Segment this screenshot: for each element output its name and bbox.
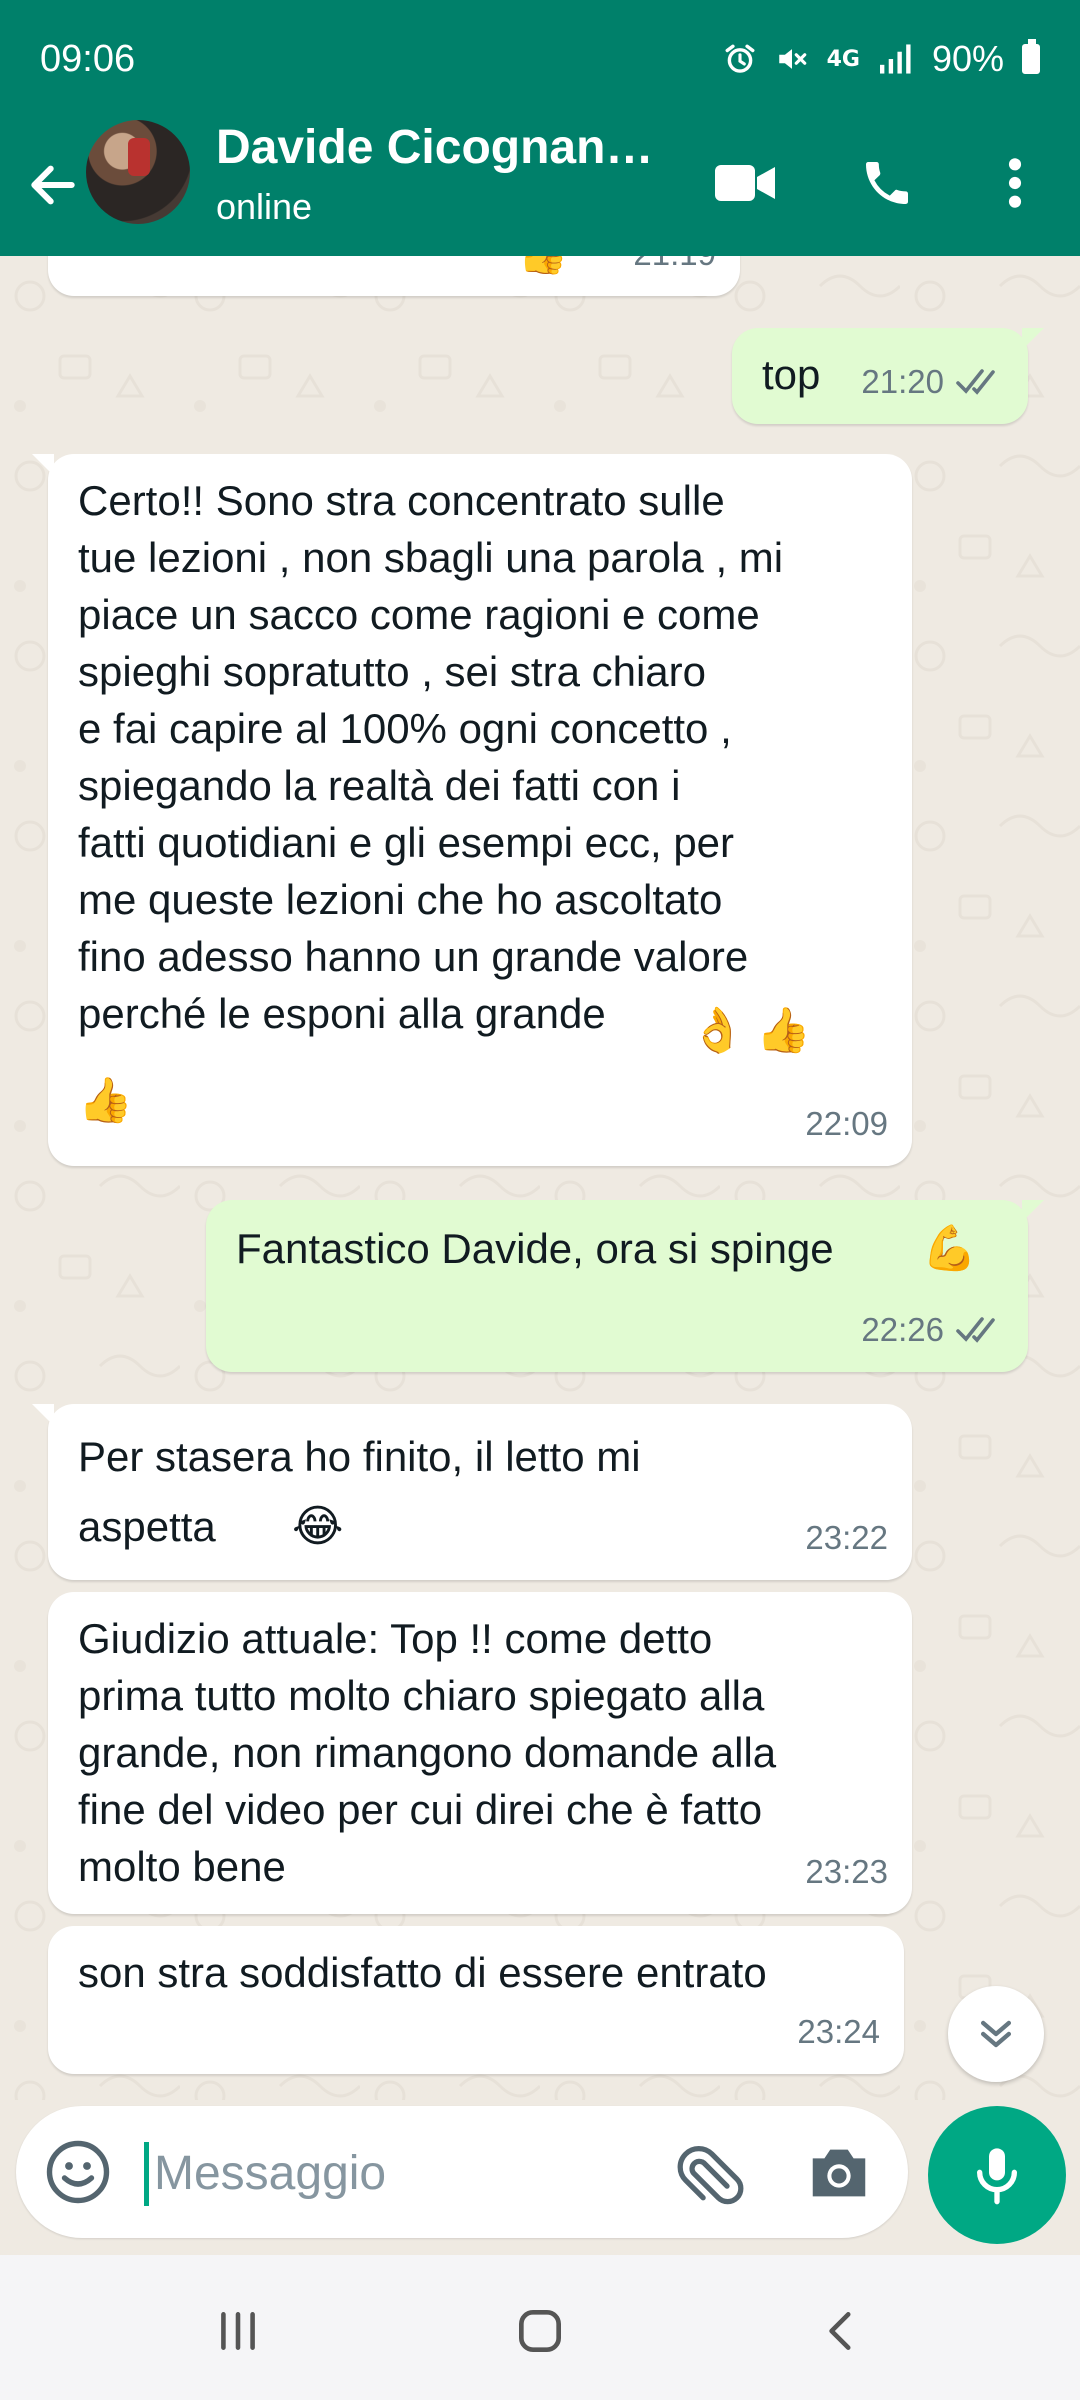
thumbs-up-emoji: 👍	[756, 1005, 811, 1056]
message-bubble-outgoing[interactable]: Fantastico Davide, ora si spinge 💪 22:26	[206, 1200, 1044, 1372]
status-bar: 09:06 4G 90%	[0, 0, 1080, 120]
back-arrow-icon	[31, 165, 75, 205]
video-call-button[interactable]	[710, 148, 780, 218]
contact-name[interactable]: Davide Cicognan…	[216, 120, 676, 175]
read-ticks-icon	[956, 368, 995, 395]
message-meta: 21:19	[633, 256, 716, 282]
message-meta: 22:26	[861, 1301, 1004, 1358]
recent-apps-icon	[221, 2312, 255, 2350]
alarm-icon	[725, 44, 755, 73]
message-text: Fantastico Davide, ora si spinge	[236, 1225, 834, 1272]
camera-button[interactable]	[804, 2138, 874, 2208]
message-time: 23:22	[805, 1519, 888, 1556]
battery-icon	[1022, 39, 1040, 74]
emoji-icon	[46, 2140, 110, 2204]
message-meta: 23:23	[805, 1843, 888, 1900]
voice-call-button[interactable]	[852, 148, 922, 218]
message-bubble-incoming[interactable]: son stra soddisfatto di essere entrato 2…	[48, 1926, 904, 2074]
network-type: 4G	[826, 46, 860, 72]
message-time: 22:26	[861, 1311, 944, 1348]
message-time: 21:19	[633, 256, 716, 282]
message-time: 23:24	[797, 2013, 880, 2050]
more-vert-icon	[1008, 158, 1022, 208]
flexed-biceps-emoji: 💪	[922, 1223, 977, 1274]
app-bar: Davide Cicognan… online	[0, 120, 1080, 256]
ok-hand-emoji: 👌	[690, 1005, 745, 1056]
status-time: 09:06	[40, 38, 136, 80]
back-button[interactable]	[18, 150, 88, 220]
message-text: son stra soddisfatto di essere entrato	[78, 1949, 767, 1996]
phone-icon	[866, 162, 908, 204]
emoji-button[interactable]	[42, 2136, 114, 2208]
chat-header: 09:06 4G 90% Davide Cicognan… online	[0, 0, 1080, 256]
message-bubble-incoming[interactable]: Per stasera ho finito, il letto mi aspet…	[32, 1404, 912, 1580]
attach-button[interactable]	[676, 2138, 746, 2208]
message-time: 22:09	[805, 1105, 888, 1142]
scroll-to-bottom-button[interactable]	[948, 1986, 1044, 2082]
system-navigation-bar	[0, 2255, 1080, 2400]
message-text: Giudizio attuale: Top !! come detto prim…	[78, 1615, 777, 1890]
message-time: 21:20	[861, 363, 944, 400]
recent-apps-button[interactable]	[198, 2291, 278, 2371]
tears-of-joy-emoji: 😂	[292, 1501, 344, 1552]
contact-status: online	[216, 186, 313, 227]
message-time: 23:23	[805, 1853, 888, 1890]
signal-icon	[879, 44, 911, 74]
home-icon	[519, 2310, 561, 2352]
message-meta: 21:20	[861, 353, 1004, 410]
paperclip-icon	[677, 2146, 744, 2205]
message-composer	[16, 2106, 908, 2238]
microphone-icon	[977, 2148, 1017, 2205]
message-bubble-incoming[interactable]: Certo!! Sono stra concentrato sulle tue …	[32, 454, 912, 1166]
voice-message-button[interactable]	[928, 2106, 1066, 2244]
text-cursor	[144, 2142, 149, 2206]
message-meta: 23:24	[797, 2003, 880, 2060]
thumbs-up-emoji-partial: 👍	[518, 256, 568, 283]
video-call-icon	[715, 165, 775, 201]
message-meta: 23:22	[805, 1509, 888, 1566]
double-chevron-down-icon	[980, 2020, 1012, 2048]
message-bubble-incoming[interactable]: Giudizio attuale: Top !! come detto prim…	[48, 1592, 912, 1914]
chevron-left-icon	[829, 2312, 851, 2350]
mute-icon	[778, 49, 806, 69]
nav-back-button[interactable]	[802, 2291, 882, 2371]
message-bubble-outgoing[interactable]: top 21:20	[732, 328, 1044, 424]
status-icons: 4G 90%	[723, 38, 1040, 80]
message-bubble-incoming[interactable]: 👍 21:19	[48, 256, 740, 296]
compose-bar	[0, 2100, 1080, 2255]
message-list[interactable]: 👍 21:19 top 21:20 Certo!! Sono stra conc…	[0, 256, 1080, 2100]
more-options-button[interactable]	[980, 148, 1050, 218]
message-text: Certo!! Sono stra concentrato sulle tue …	[78, 477, 784, 1037]
message-text: Per stasera ho finito, il letto mi aspet…	[78, 1433, 641, 1550]
contact-avatar[interactable]	[86, 120, 190, 224]
home-button[interactable]	[500, 2291, 580, 2371]
battery-percent: 90%	[931, 38, 1004, 79]
message-input[interactable]	[152, 2136, 676, 2210]
message-text: top	[762, 351, 821, 398]
read-ticks-icon	[956, 1316, 995, 1343]
message-meta: 22:09	[805, 1095, 888, 1152]
thumbs-up-emoji: 👍	[78, 1075, 133, 1126]
camera-icon	[812, 2149, 866, 2197]
